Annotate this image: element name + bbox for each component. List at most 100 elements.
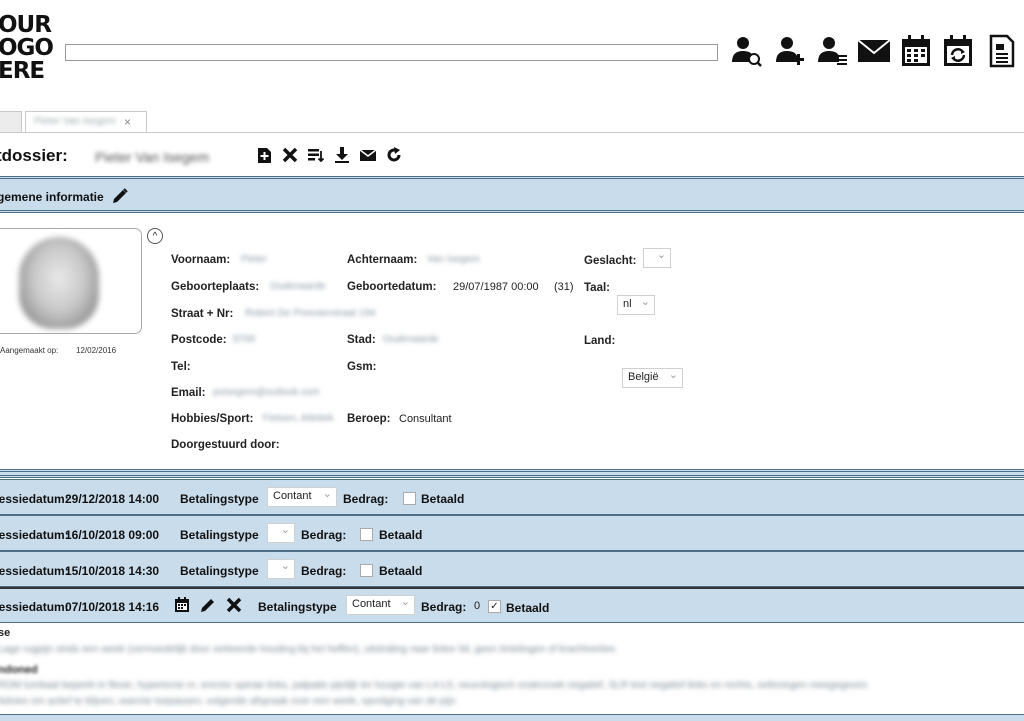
session-row[interactable]: sessiedatum: 15/10/2018 14:30 Betalingst… [0,551,1024,587]
logo-line: ERE [0,58,45,84]
paid-label: Betaald [421,492,465,506]
email-value[interactable]: pvisegem@outlook.com [213,387,320,398]
created-label: Aangemaakt op: [0,346,59,355]
session-row-expanded[interactable]: sessiedatum: 07/10/2018 14:16 Betalingst… [0,587,1024,623]
gender-select[interactable] [643,248,671,268]
person-list-icon[interactable] [815,33,849,69]
next-session-row[interactable] [0,714,1024,721]
amount-value: 0 [474,600,481,612]
close-tab-icon[interactable]: × [124,115,131,129]
session-date-label: sessiedatum: [0,600,69,614]
envelope-icon[interactable] [857,33,891,69]
section-title: gemene informatie [0,190,104,204]
search-person-icon[interactable] [729,33,763,69]
email-label: Email: [171,387,206,399]
paid-checkbox[interactable]: ✓ [488,600,501,613]
payment-type-value: Contant [352,598,391,610]
paid-label: Betaald [379,564,423,578]
profession-value[interactable]: Consultant [399,413,452,425]
tab-label: Pieter Van Isegem [34,116,116,127]
refresh-icon[interactable] [384,145,404,165]
session-date-label: sessiedatum: [0,492,69,506]
calendar-icon[interactable] [899,33,933,69]
hobbies-value[interactable]: Fietsen, Atletiek [263,413,334,424]
firstname-value[interactable]: Pieter [241,254,267,265]
notes-text: ROM lumbaal beperkt in flexie, hypertoni… [0,680,868,691]
paid-checkbox[interactable] [360,528,373,541]
payment-type-value: Contant [273,490,312,502]
notes-text: Lage rugpijn sinds een week (vermoedelij… [0,644,616,655]
street-label: Straat + Nr: [171,308,234,320]
patient-photo [0,228,142,334]
new-document-icon[interactable] [254,145,274,165]
payment-type-select[interactable] [267,523,295,543]
sort-icon[interactable] [306,145,326,165]
session-date: 16/10/2018 09:00 [65,528,160,542]
collapse-button[interactable]: ^ [147,228,163,244]
session-date-label: sessiedatum: [0,528,69,542]
payment-type-select[interactable]: Contant [267,487,337,507]
city-label: Stad: [347,334,376,346]
session-date: 07/10/2018 14:16 [65,600,160,614]
paid-checkbox[interactable] [403,492,416,505]
created-date: 12/02/2016 [76,346,117,355]
profession-label: Beroep: [347,413,391,425]
gsm-label: Gsm: [347,361,377,373]
general-info-header[interactable]: gemene informatie [0,176,1024,213]
hobbies-label: Hobbies/Sport: [171,413,254,425]
lastname-value[interactable]: Van Isegem [427,254,480,265]
notes-text: Advies om actief te blijven, warmte toep… [0,696,456,707]
tab-patient[interactable]: Pieter Van Isegem × [25,111,147,133]
calendar-small-icon[interactable] [174,597,190,618]
document-icon[interactable] [985,33,1019,69]
amount-label: Bedrag: [301,564,347,578]
city-value[interactable]: Oudenaarde [383,334,439,345]
edit-session-icon[interactable] [200,597,216,618]
postcode-label: Postcode: [171,334,227,346]
session-row[interactable]: sessiedatum: 16/10/2018 09:00 Betalingst… [0,515,1024,551]
payment-type-label: Betalingstype [258,600,337,614]
delete-session-icon[interactable] [226,597,242,618]
logo-line: OGO [0,35,54,61]
firstname-label: Voornaam: [171,254,231,266]
download-icon[interactable] [332,145,352,165]
logo-line: OUR [0,12,52,38]
search-input[interactable] [65,44,718,61]
calendar-refresh-icon[interactable] [941,33,975,69]
language-value: nl [623,298,632,310]
session-row[interactable]: sessiedatum: 29/12/2018 14:00 Betalingst… [0,479,1024,515]
payment-type-select[interactable]: Contant [346,595,415,615]
payment-type-select[interactable] [267,559,295,579]
page-title: tdossier: [0,146,68,165]
payment-type-label: Betalingstype [180,528,259,542]
country-label: Land: [584,335,616,347]
age-value: (31) [554,281,574,293]
birthplace-label: Geboorteplaats: [171,281,260,293]
paid-label: Betaald [379,528,423,542]
amount-label: Bedrag: [301,528,347,542]
postcode-value[interactable]: 9700 [233,334,255,345]
country-select[interactable]: België [622,368,683,388]
paid-checkbox[interactable] [360,564,373,577]
tab-inactive[interactable] [0,111,22,132]
section-divider [0,469,1024,478]
session-date-label: sessiedatum: [0,564,69,578]
street-value[interactable]: Robert De Preesterstraat 194 [245,308,376,319]
language-select[interactable]: nl [617,295,655,315]
logo: OUR OGO ERE [0,12,54,84]
birthdate-value[interactable]: 29/07/1987 00:00 [453,281,539,293]
birthdate-label: Geboortedatum: [347,281,437,293]
notes-heading: ndoned [0,664,38,676]
add-person-icon[interactable] [773,33,807,69]
birthplace-value[interactable]: Oudenaarde [270,281,326,292]
tel-label: Tel: [171,361,191,373]
check-mark: ✓ [490,601,499,612]
notes-heading: se [0,627,11,639]
delete-icon[interactable] [280,145,300,165]
amount-label: Bedrag: [343,492,389,506]
country-value: België [628,371,659,383]
gender-label: Geslacht: [584,255,637,267]
edit-icon[interactable] [112,188,128,209]
payment-type-label: Betalingstype [180,564,259,578]
mail-icon[interactable] [358,145,378,165]
